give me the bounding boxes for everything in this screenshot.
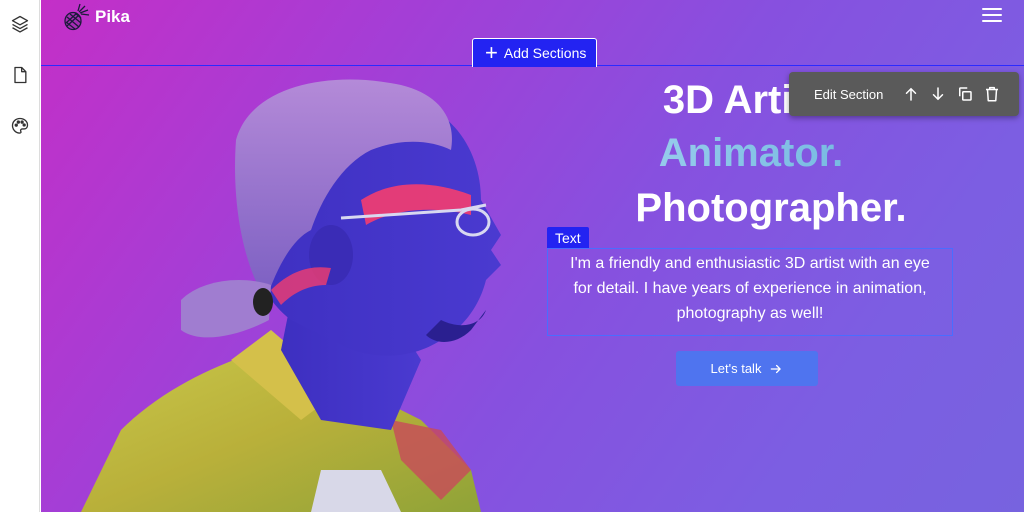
page-icon [13,66,27,84]
arrow-right-icon [771,364,782,373]
text-element-tag[interactable]: Text [547,227,589,248]
layers-button[interactable] [6,10,34,38]
lets-talk-button[interactable]: Let's talk [676,351,818,386]
text-element-selection[interactable]: I'm a friendly and enthusiastic 3D artis… [547,248,953,336]
theme-button[interactable] [6,112,34,140]
move-down-button[interactable] [927,83,949,105]
lets-talk-label: Let's talk [710,361,762,376]
arrow-up-icon [906,87,917,101]
hero-section[interactable]: Pika + Add Sections 3D Artist. Animator.… [41,0,1024,512]
duplicate-button[interactable] [954,83,976,105]
arrow-down-icon [933,87,944,101]
pages-button[interactable] [6,61,34,89]
hero-description[interactable]: I'm a friendly and enthusiastic 3D artis… [570,251,930,326]
palette-icon [11,117,28,134]
hero-headline-line3: Photographer. [635,186,907,230]
site-logo[interactable]: Pika [61,3,130,31]
add-sections-button[interactable]: + Add Sections [472,38,598,67]
trash-icon [986,86,999,102]
delete-button[interactable] [981,83,1003,105]
editor-sidebar [0,0,40,512]
edit-section-toolbar: Edit Section [789,72,1019,116]
edit-section-button[interactable]: Edit Section [814,87,883,102]
copy-icon [959,87,973,101]
add-sections-label: Add Sections [503,45,587,61]
move-up-button[interactable] [900,83,922,105]
pineapple-icon [64,3,90,31]
hamburger-menu-icon[interactable] [982,8,1002,24]
site-logo-text: Pika [95,7,130,26]
plus-icon: + [485,40,498,65]
layers-icon [11,15,28,33]
hero-headline-line2: Animator. [601,133,901,173]
